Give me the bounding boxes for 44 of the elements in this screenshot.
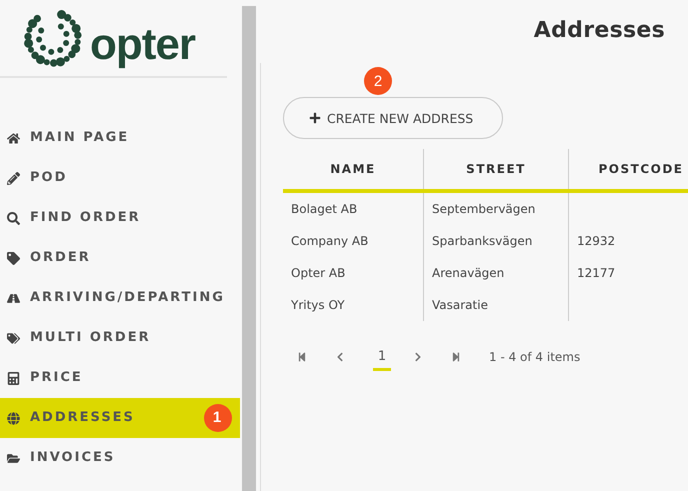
nav-item[interactable]: ORDER [0, 238, 240, 278]
scrollbar[interactable] [242, 6, 256, 491]
pencil-icon [7, 172, 20, 184]
tags-icon [7, 332, 20, 344]
calculator-icon [7, 372, 20, 384]
last-page-icon[interactable] [451, 352, 461, 362]
first-page-icon[interactable] [297, 352, 307, 362]
nav-item[interactable]: ARRIVING/DEPARTING [0, 278, 240, 318]
search-icon [7, 212, 20, 224]
table-cell: Sparbanksvägen [432, 234, 532, 248]
nav-item[interactable]: MULTI ORDER [0, 318, 240, 358]
nav-item[interactable]: MAIN PAGE [0, 118, 240, 158]
step-badge: 1 [204, 404, 232, 432]
table-cell: Septembervägen [432, 202, 536, 216]
table-cell: Vasaratie [432, 298, 488, 312]
tag-icon [7, 252, 20, 264]
nav-item[interactable]: POD [0, 158, 240, 198]
table-cell: Arenavägen [432, 266, 504, 280]
table-cell: 12177 [577, 266, 616, 280]
column-header: STREET [466, 162, 526, 176]
page-number[interactable]: 1 [373, 349, 391, 371]
column-header: POSTCODE [598, 162, 684, 176]
nav-item[interactable]: INVOICES [0, 438, 240, 478]
road-icon [7, 292, 20, 304]
home-icon [7, 132, 20, 144]
page-title: Addresses [534, 18, 665, 43]
step-badge: 2 [364, 67, 392, 95]
column-header: NAME [330, 162, 376, 176]
nav-item[interactable]: PRICE [0, 358, 240, 398]
table-cell: Bolaget AB [291, 202, 358, 216]
pager-summary: 1 - 4 of 4 items [489, 350, 580, 364]
table-cell: Yritys OY [291, 298, 345, 312]
create-address-button[interactable]: CREATE NEW ADDRESS [283, 97, 503, 139]
table-cell: 12932 [577, 234, 616, 248]
globe-icon [7, 412, 20, 424]
logo-text: opter [90, 20, 195, 70]
folder-icon [7, 452, 20, 464]
nav-item[interactable]: FIND ORDER [0, 198, 240, 238]
nav-item[interactable]: ADDRESSES 1 [0, 398, 240, 438]
next-page-icon[interactable] [413, 352, 423, 362]
previous-page-icon[interactable] [335, 352, 345, 362]
table-cell: Company AB [291, 234, 368, 248]
plus-icon [309, 112, 321, 124]
table-cell: Opter AB [291, 266, 346, 280]
